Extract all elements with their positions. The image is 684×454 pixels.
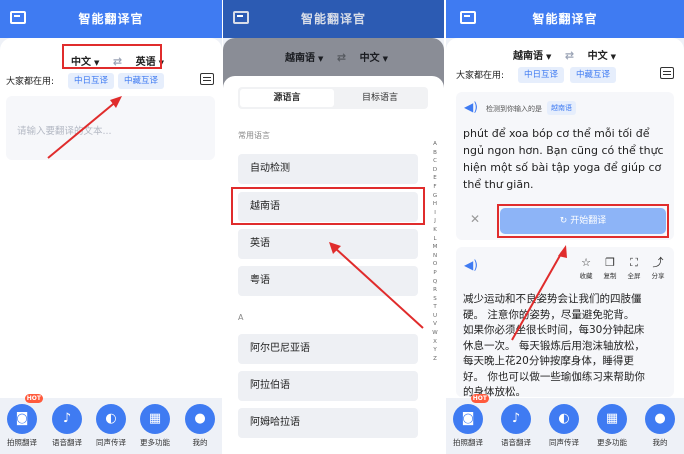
nav-more[interactable]: ▦ 更多功能 xyxy=(135,404,175,448)
grid-icon: ▦ xyxy=(140,404,170,434)
lang-item[interactable]: 自动检测 xyxy=(238,154,418,184)
panel-translation: 智能翻译官 越南语 ▼ ⇄ 中文 ▼ 大家都在用: 中日互译 中藏互译 ◀) 检测到… xyxy=(446,0,684,454)
chip-zh-bo[interactable]: 中藏互译 xyxy=(118,73,165,89)
settings-icon[interactable] xyxy=(200,73,214,85)
panel-home: 智能翻译官 中文 ▼ ⇄ 英语 ▼ 大家都在用: 中日互译 中藏互译 请输入要翻译的… xyxy=(0,0,222,454)
alphabet-letter[interactable]: Y xyxy=(431,346,439,355)
grid-icon: ▦ xyxy=(597,404,627,434)
language-selector: 越南语 ▼ ⇄ 中文 ▼ xyxy=(513,47,616,62)
alphabet-letter[interactable]: A xyxy=(431,140,439,149)
app-title: 智能翻译官 xyxy=(78,12,144,26)
lang-item[interactable]: 阿尔巴尼亚语 xyxy=(238,334,418,364)
bottom-nav: ◙ HOT 拍照翻译 ♪ 语音翻译 ◐ 同声传译 ▦ 更多功能 ● 我的 xyxy=(0,394,222,454)
fullscreen-button[interactable]: ⛶ 全屏 xyxy=(624,256,644,280)
interpret-icon: ◐ xyxy=(96,404,126,434)
common-label: 大家都在用: xyxy=(6,77,55,87)
bottom-nav: ◙ HOT 拍照翻译 ♪ 语音翻译 ◐ 同声传译 ▦ 更多功能 ● 我的 xyxy=(446,394,684,454)
alphabet-letter[interactable]: E xyxy=(431,174,439,183)
chip-zh-ja[interactable]: 中日互译 xyxy=(68,73,115,89)
nav-voice-translate[interactable]: ♪ 语音翻译 xyxy=(47,404,87,448)
annotation-box xyxy=(62,44,162,69)
alphabet-letter[interactable]: H xyxy=(431,200,439,209)
interpret-icon: ◐ xyxy=(549,404,579,434)
chip-zh-ja[interactable]: 中日互译 xyxy=(518,67,565,83)
panel-language-picker: 智能翻译官 越南语 ▼ ⇄ 中文 ▼ 源语言 目标语言 常用语言 自动检测 越南语 … xyxy=(223,0,444,454)
settings-icon[interactable] xyxy=(660,67,674,79)
alphabet-letter[interactable]: X xyxy=(431,338,439,347)
microphone-icon: ♪ xyxy=(501,404,531,434)
speaker-icon[interactable]: ◀) xyxy=(464,258,478,272)
target-language-dropdown[interactable]: 中文 ▼ xyxy=(360,49,388,64)
nav-profile[interactable]: ● 我的 xyxy=(180,404,220,448)
app-title: 智能翻译官 xyxy=(532,12,598,26)
share-icon: ⤴ xyxy=(652,256,664,269)
star-icon: ☆ xyxy=(581,256,591,269)
user-icon: ● xyxy=(645,404,675,434)
nav-simultaneous[interactable]: ◐ 同声传译 xyxy=(91,404,131,448)
alphabet-letter[interactable]: I xyxy=(431,209,439,218)
annotation-box xyxy=(497,204,669,238)
lang-item[interactable]: 阿姆哈拉语 xyxy=(238,408,418,438)
alphabet-letter[interactable]: J xyxy=(431,217,439,226)
tab-target-language[interactable]: 目标语言 xyxy=(334,89,426,107)
alphabet-letter[interactable]: C xyxy=(431,157,439,166)
nav-photo-translate[interactable]: ◙ HOT 拍照翻译 xyxy=(448,394,489,448)
alphabet-letter[interactable]: Z xyxy=(431,355,439,364)
alphabet-letter[interactable]: G xyxy=(431,192,439,201)
common-label: 大家都在用: xyxy=(456,71,505,81)
alphabet-letter[interactable]: F xyxy=(431,183,439,192)
nav-more[interactable]: ▦ 更多功能 xyxy=(592,404,632,448)
annotation-arrow xyxy=(47,96,122,159)
camera-icon: ◙ HOT xyxy=(7,394,43,434)
top-bar: 智能翻译官 xyxy=(0,0,222,38)
user-icon: ● xyxy=(185,404,215,434)
app-title: 智能翻译官 xyxy=(300,12,366,26)
detect-badge[interactable]: 越南语 xyxy=(547,101,576,115)
tab-source-language[interactable]: 源语言 xyxy=(240,89,334,107)
source-language-dropdown[interactable]: 越南语 ▼ xyxy=(285,49,323,64)
nav-photo-translate[interactable]: ◙ HOT 拍照翻译 xyxy=(2,394,43,448)
lang-item[interactable]: 阿拉伯语 xyxy=(238,371,418,401)
alphabet-letter[interactable]: K xyxy=(431,226,439,235)
alphabet-letter[interactable]: B xyxy=(431,149,439,158)
top-bar: 智能翻译官 xyxy=(446,0,684,38)
favorite-button[interactable]: ☆ 收藏 xyxy=(576,256,596,280)
camera-icon: ◙ HOT xyxy=(453,394,489,434)
speaker-icon[interactable]: ◀) xyxy=(464,100,478,114)
language-selector: 越南语 ▼ ⇄ 中文 ▼ xyxy=(285,49,388,64)
swap-icon[interactable]: ⇄ xyxy=(565,49,574,62)
fullscreen-icon: ⛶ xyxy=(630,256,638,269)
annotation-arrow xyxy=(511,245,567,341)
nav-voice-translate[interactable]: ♪ 语音翻译 xyxy=(496,404,536,448)
tab-switcher: 源语言 目标语言 xyxy=(238,87,428,109)
annotation-arrow xyxy=(329,242,424,329)
clear-icon[interactable]: ✕ xyxy=(470,212,480,226)
target-language-dropdown[interactable]: 中文 ▼ xyxy=(588,47,616,62)
nav-simultaneous[interactable]: ◐ 同声传译 xyxy=(544,404,584,448)
detect-label: 检测到你输入的是 xyxy=(486,105,542,113)
source-language-dropdown[interactable]: 越南语 ▼ xyxy=(513,47,551,62)
top-bar: 智能翻译官 xyxy=(223,0,444,38)
share-button[interactable]: ⤴ 分享 xyxy=(648,256,668,280)
source-text: phút để xoa bóp cơ thể mỗi tối để ngủ ng… xyxy=(463,127,664,191)
annotation-box xyxy=(231,187,425,225)
section-a: A xyxy=(238,313,244,322)
section-common: 常用语言 xyxy=(238,131,270,140)
copy-icon: ❐ xyxy=(605,256,615,269)
microphone-icon: ♪ xyxy=(52,404,82,434)
alphabet-letter[interactable]: D xyxy=(431,166,439,175)
copy-button[interactable]: ❐ 复制 xyxy=(600,256,620,280)
chip-zh-bo[interactable]: 中藏互译 xyxy=(570,67,617,83)
nav-profile[interactable]: ● 我的 xyxy=(640,404,680,448)
